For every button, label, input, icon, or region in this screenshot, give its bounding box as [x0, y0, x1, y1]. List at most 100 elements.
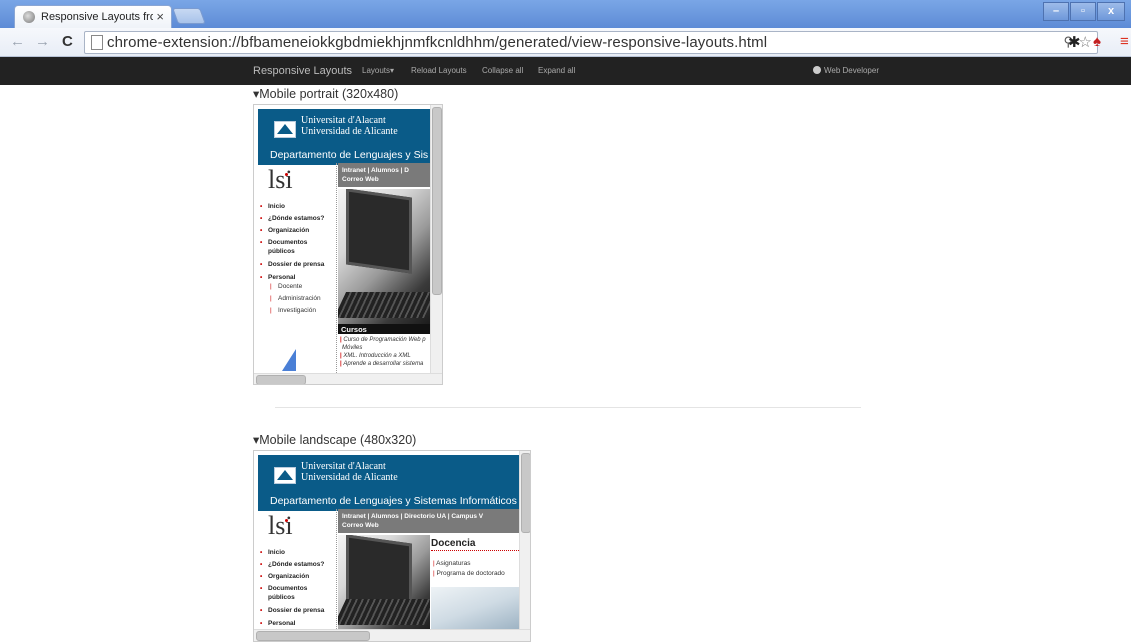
submenu-docente[interactable]: Docente — [260, 282, 324, 291]
lsi-logo-dot — [285, 519, 288, 522]
back-arrow-icon[interactable]: ← — [10, 33, 25, 50]
web-developer-label[interactable]: Web Developer — [824, 66, 879, 75]
horizontal-scrollbar[interactable] — [254, 629, 530, 641]
layout-title-portrait[interactable]: ▾Mobile portrait (320x480) — [253, 86, 398, 101]
menu-organizacion[interactable]: Organización — [260, 226, 324, 235]
tab-strip: Responsive Layouts from htt × – ▫ x — [0, 0, 1131, 29]
top-nav-correo[interactable]: Correo Web — [342, 175, 426, 184]
menu-organizacion[interactable]: Organización — [260, 572, 324, 581]
responsive-layouts-bar: Responsive Layouts Layouts▾ Reload Layou… — [0, 57, 1131, 85]
dept-title: Departamento de Lenguajes y Sis — [270, 149, 429, 161]
column-divider — [336, 509, 337, 629]
decorative-shape — [282, 349, 296, 371]
menu-documentos[interactable]: Documentos — [260, 584, 324, 593]
brand-label[interactable]: Responsive Layouts — [253, 65, 352, 77]
site-header: Universitat d'Alacant Universidad de Ali… — [258, 109, 430, 165]
menu-dossier[interactable]: Dossier de prensa — [260, 260, 324, 269]
uni-name-2: Universidad de Alicante — [301, 126, 398, 137]
maximize-button[interactable]: ▫ — [1070, 2, 1096, 21]
layouts-menu[interactable]: Layouts▾ — [362, 66, 394, 75]
submenu-administracion[interactable]: Administración — [260, 294, 324, 303]
portrait-frame: Universitat d'Alacant Universidad de Ali… — [253, 104, 443, 385]
docencia-underline — [431, 550, 519, 551]
reload-layouts-link[interactable]: Reload Layouts — [411, 66, 467, 75]
cursos-heading: Cursos — [338, 324, 430, 334]
uni-name-2: Universidad de Alicante — [301, 472, 398, 483]
menu-personal[interactable]: Personal — [260, 273, 324, 282]
top-nav: Intranet | Alumnos | D Correo Web — [338, 163, 430, 187]
forward-arrow-icon[interactable]: → — [35, 33, 50, 50]
landscape-frame: Universitat d'Alacant Universidad de Ali… — [253, 450, 531, 642]
lsi-logo-dot — [285, 173, 288, 176]
curso-item[interactable]: Curso de Programación Web p — [340, 336, 425, 344]
university-logo — [274, 467, 296, 484]
lsi-logo: lsi — [268, 511, 293, 540]
window-controls: – ▫ x — [1043, 2, 1125, 21]
menu-donde[interactable]: ¿Dónde estamos? — [260, 560, 324, 569]
minimize-button[interactable]: – — [1043, 2, 1069, 21]
side-menu: Inicio ¿Dónde estamos? Organización Docu… — [260, 202, 324, 315]
menu-documentos-2[interactable]: públicos — [260, 247, 324, 256]
submenu-investigacion[interactable]: Investigación — [260, 306, 324, 315]
uni-name-1: Universitat d'Alacant — [301, 461, 386, 472]
side-menu: Inicio ¿Dónde estamos? Organización Docu… — [260, 548, 324, 628]
new-tab-button[interactable] — [172, 8, 206, 24]
close-window-button[interactable]: x — [1097, 2, 1125, 21]
curso-item[interactable]: Aprende a desarrollar sistema — [340, 360, 426, 368]
dept-title: Departamento de Lenguajes y Sistemas Inf… — [270, 495, 517, 507]
top-nav-links[interactable]: Intranet | Alumnos | Directorio UA | Cam… — [342, 512, 515, 521]
menu-documentos[interactable]: Documentos — [260, 238, 324, 247]
curso-item[interactable]: XML. Introducción a XML — [340, 352, 426, 360]
vertical-scrollbar[interactable] — [430, 105, 442, 373]
site-header: Universitat d'Alacant Universidad de Ali… — [258, 455, 519, 511]
reload-icon[interactable]: C — [62, 33, 73, 50]
tab-title: Responsive Layouts from htt — [41, 11, 153, 23]
cursos-list: Curso de Programación Web p Móviles XML.… — [340, 336, 426, 368]
collapse-all-link[interactable]: Collapse all — [482, 66, 523, 75]
browser-toolbar: ← → C chrome-extension://bfbameneiokkgbd… — [0, 28, 1131, 57]
top-nav: Intranet | Alumnos | Directorio UA | Cam… — [338, 509, 519, 533]
docencia-item[interactable]: Asignaturas — [433, 559, 505, 569]
vertical-scrollbar[interactable] — [519, 451, 530, 629]
vertical-scroll-thumb[interactable] — [521, 453, 530, 533]
horizontal-scroll-thumb[interactable] — [256, 631, 370, 641]
docencia-item[interactable]: Programa de doctorado — [433, 569, 505, 579]
web-developer-icon — [813, 66, 821, 74]
menu-donde[interactable]: ¿Dónde estamos? — [260, 214, 324, 223]
horizontal-scrollbar[interactable] — [254, 373, 442, 384]
menu-personal[interactable]: Personal — [260, 619, 324, 628]
column-divider — [336, 163, 337, 373]
browser-tab[interactable]: Responsive Layouts from htt × — [14, 5, 172, 29]
horizontal-scroll-thumb[interactable] — [256, 375, 306, 384]
menu-inicio[interactable]: Inicio — [260, 548, 324, 557]
computer-photo — [338, 535, 430, 631]
vertical-scroll-thumb[interactable] — [432, 107, 442, 295]
chrome-menu-icon[interactable]: ≡ — [1120, 33, 1129, 50]
gear-icon[interactable]: ✱ — [1068, 33, 1081, 51]
curso-item[interactable]: Móviles — [340, 344, 426, 352]
menu-documentos-2[interactable]: públicos — [260, 593, 324, 602]
expand-all-link[interactable]: Expand all — [538, 66, 575, 75]
uni-name-1: Universitat d'Alacant — [301, 115, 386, 126]
page-icon — [91, 35, 103, 50]
address-bar[interactable]: chrome-extension://bfbameneiokkgbdmiekhj… — [84, 31, 1098, 54]
docencia-heading: Docencia — [431, 538, 476, 549]
top-nav-correo[interactable]: Correo Web — [342, 521, 515, 530]
menu-inicio[interactable]: Inicio — [260, 202, 324, 211]
layout-title-landscape[interactable]: ▾Mobile landscape (480x320) — [253, 432, 416, 447]
docencia-list: Asignaturas Programa de doctorado — [433, 559, 505, 579]
keyboard-shape — [338, 599, 430, 625]
section-divider — [275, 407, 861, 408]
keyboard-shape — [338, 292, 430, 318]
monitor-shape — [346, 189, 412, 274]
extension-icon[interactable]: ♠ — [1093, 33, 1101, 50]
keyboard-photo — [431, 587, 519, 631]
lsi-logo: lsi — [268, 165, 293, 194]
university-logo — [274, 121, 296, 138]
url-text[interactable]: chrome-extension://bfbameneiokkgbdmiekhj… — [107, 34, 767, 51]
menu-dossier[interactable]: Dossier de prensa — [260, 606, 324, 615]
favicon-icon — [23, 11, 35, 23]
top-nav-links[interactable]: Intranet | Alumnos | D — [342, 166, 426, 175]
tab-close-icon[interactable]: × — [156, 9, 164, 24]
computer-photo — [338, 189, 430, 324]
